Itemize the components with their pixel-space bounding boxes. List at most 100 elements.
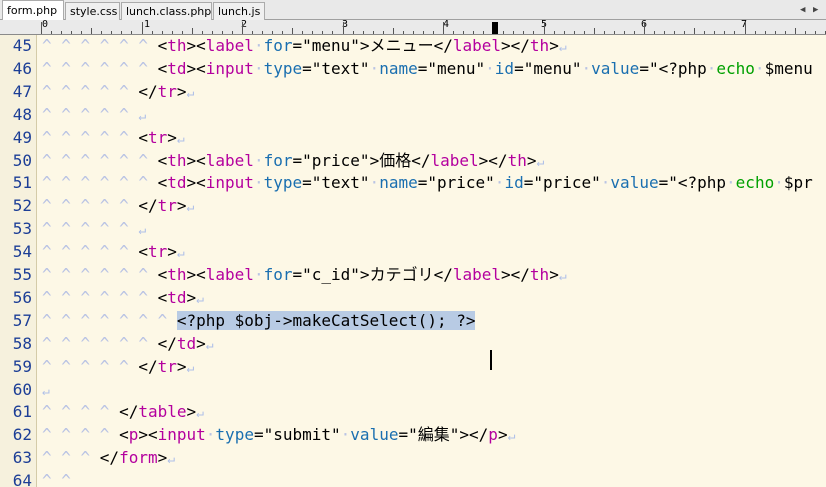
ruler-tick	[161, 31, 163, 34]
code-token: ^ ^ ^ ^ ^ ^	[42, 265, 158, 284]
ruler-tick	[181, 31, 183, 34]
code-content: ^ ^ ^ ^ ^ ^ </td>↵	[42, 332, 214, 357]
code-token: ·	[485, 58, 495, 78]
code-token: >	[359, 265, 370, 284]
tab-form-php[interactable]: form.php	[2, 0, 64, 21]
code-content: ^ ^ ^ ^ ^ ↵	[42, 103, 146, 128]
code-token: <	[157, 287, 168, 307]
tab-label: lunch.js	[218, 5, 261, 18]
ruler-tick	[754, 31, 756, 34]
code-token: tr	[147, 242, 168, 262]
ruler-tick	[111, 31, 113, 34]
scroll-tabs-left-icon[interactable]: ◀	[800, 4, 805, 16]
line-number: 60	[12, 379, 32, 399]
code-line[interactable]: 56 ^ ^ ^ ^ ^ ^ <td>↵	[0, 286, 826, 309]
ruler-tick	[463, 31, 465, 34]
code-line[interactable]: 60 ↵	[0, 378, 826, 401]
newline-mark: ↵	[42, 383, 50, 399]
code-line[interactable]: 63 ^ ^ ^ </form>↵	[0, 446, 826, 469]
code-line[interactable]: 55 ^ ^ ^ ^ ^ ^ <th><label·for="c_id">カテゴリ…	[0, 263, 826, 286]
code-line[interactable]: 51 ^ ^ ^ ^ ^ ^ <td><input·type="text"·nam…	[0, 171, 826, 194]
code-token: =	[292, 150, 303, 170]
ruler-tick	[151, 31, 153, 34]
code-content: ^ ^ ^ ^ ^ ^ <th><label·for="c_id">カテゴリ</…	[42, 263, 567, 288]
ruler-tick	[593, 28, 595, 34]
code-token: ^ ^ ^ ^ ^ ^	[42, 58, 158, 78]
code-token: メニュー	[369, 36, 434, 55]
code-token: ·	[600, 173, 611, 193]
code-token: ·	[369, 173, 380, 193]
code-token: "price"	[302, 150, 370, 170]
code-token: ^ ^ ^ ^ ^ ^ ^	[42, 310, 177, 330]
code-editor[interactable]: 45 ^ ^ ^ ^ ^ ^ <th><label·for="menu">メニュー…	[0, 35, 826, 487]
scroll-tabs-right-icon[interactable]: ▶	[813, 4, 818, 16]
code-token: 価格	[379, 150, 412, 170]
code-content: ^ ^ ^ ^ ^ <tr>↵	[42, 240, 185, 265]
code-line[interactable]: 58 ^ ^ ^ ^ ^ ^ </td>↵	[0, 332, 826, 355]
code-token: table	[138, 402, 187, 422]
code-token: >	[167, 127, 177, 147]
code-line[interactable]: 45 ^ ^ ^ ^ ^ ^ <th><label·for="menu">メニュー…	[0, 35, 826, 57]
ruler-tick	[71, 31, 73, 34]
tab-lunch-js[interactable]: lunch.js	[213, 2, 265, 20]
code-token: $pr	[783, 173, 813, 193]
code-line[interactable]: 59 ^ ^ ^ ^ ^ </tr>↵	[0, 355, 826, 378]
code-token: th	[529, 36, 550, 55]
code-token: value	[591, 58, 640, 78]
ruler-tick	[764, 31, 766, 34]
code-token: =	[302, 58, 312, 78]
code-token: </	[138, 356, 158, 376]
code-token: "編集"	[408, 425, 460, 445]
code-token: ><	[186, 36, 206, 55]
ruler-tick	[312, 31, 314, 34]
code-token: >	[176, 356, 187, 376]
ruler-tick	[171, 31, 173, 34]
ruler-tick	[784, 31, 786, 34]
ruler-tick	[131, 31, 133, 34]
code-token: =	[639, 58, 649, 78]
tab-lunch-class-php[interactable]: lunch.class.php	[121, 2, 212, 20]
ruler-tick	[654, 31, 656, 34]
code-token: th	[167, 150, 187, 170]
code-content: ^ ^ ^ ^ ^ </tr>↵	[42, 80, 194, 105]
code-token: >	[157, 448, 168, 468]
ruler-tick	[623, 31, 625, 34]
code-token: ^ ^ ^ ^ ^	[42, 127, 139, 147]
code-line[interactable]: 53 ^ ^ ^ ^ ^ ↵	[0, 217, 826, 240]
code-token: ^ ^ ^ ^ ^ ^	[42, 173, 158, 193]
code-token: ^ ^ ^	[42, 448, 100, 468]
ruler-tick	[694, 28, 696, 34]
code-line[interactable]: 50 ^ ^ ^ ^ ^ ^ <th><label·for="price">価格<…	[0, 149, 826, 172]
tab-style-css[interactable]: style.css	[65, 2, 120, 20]
code-line[interactable]: 61 ^ ^ ^ ^ </table>↵	[0, 400, 826, 423]
code-line[interactable]: 54 ^ ^ ^ ^ ^ <tr>↵	[0, 240, 826, 263]
code-line[interactable]: 64 ^ ^	[0, 469, 826, 487]
ruler-tick	[51, 31, 53, 34]
code-token: form	[119, 448, 158, 468]
code-line[interactable]: 46 ^ ^ ^ ^ ^ ^ <td><input·type="text"·nam…	[0, 57, 826, 80]
code-line[interactable]: 62 ^ ^ ^ ^ <p><input·type="submit"·value=…	[0, 423, 826, 446]
code-token: >	[369, 150, 380, 170]
code-line[interactable]: 52 ^ ^ ^ ^ ^ </tr>↵	[0, 194, 826, 217]
ruler-tick	[684, 31, 686, 34]
code-token: ·	[494, 173, 505, 193]
code-line[interactable]: 48 ^ ^ ^ ^ ^ ↵	[0, 103, 826, 126]
code-token: ^ ^ ^ ^ ^	[42, 356, 139, 376]
code-token: =	[292, 36, 303, 55]
code-token: id	[504, 173, 524, 193]
code-token: tr	[157, 81, 177, 101]
ruler-tick	[583, 31, 585, 34]
code-content: ↵	[42, 378, 50, 403]
code-token: ^ ^ ^ ^	[42, 402, 120, 422]
code-token: ·	[369, 58, 380, 78]
code-line[interactable]: 47 ^ ^ ^ ^ ^ </tr>↵	[0, 80, 826, 103]
code-token: ^ ^	[42, 471, 81, 487]
code-token: td	[167, 173, 187, 193]
code-content: ^ ^	[42, 469, 81, 487]
code-line[interactable]: 49 ^ ^ ^ ^ ^ <tr>↵	[0, 126, 826, 149]
code-line[interactable]: 57 ^ ^ ^ ^ ^ ^ ^ <?php $obj->makeCatSelec…	[0, 309, 826, 332]
code-content: ^ ^ ^ ^ ^ <tr>↵	[42, 126, 185, 151]
code-content: ^ ^ ^ ^ ^ ^ <td><input·type="text"·name=…	[42, 171, 813, 194]
ruler-tick	[141, 22, 143, 34]
code-token: td	[176, 333, 197, 353]
